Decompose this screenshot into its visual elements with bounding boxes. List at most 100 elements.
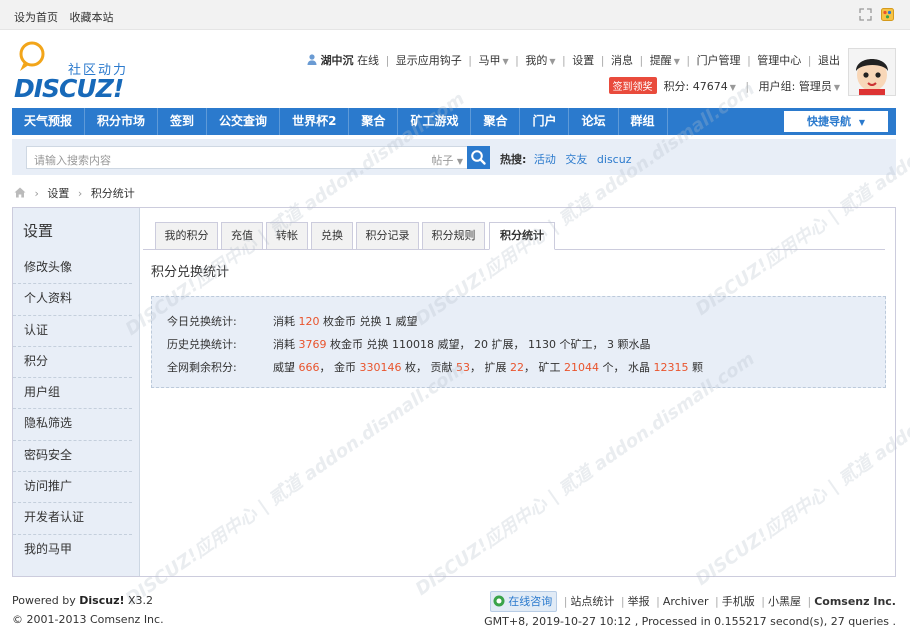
breadcrumb-settings[interactable]: 设置 bbox=[47, 187, 69, 200]
bookmark-link[interactable]: 收藏本站 bbox=[70, 11, 114, 24]
tab-recharge[interactable]: 充值 bbox=[221, 222, 263, 250]
sidebar-item-verify[interactable]: 认证 bbox=[13, 316, 132, 347]
vest-menu[interactable]: 马甲 bbox=[479, 54, 501, 67]
portal-admin-link[interactable]: 门户管理 bbox=[697, 54, 741, 67]
footer-link-report[interactable]: 举报 bbox=[628, 595, 650, 608]
usergroup-menu[interactable]: 用户组: 管理员 bbox=[759, 80, 832, 93]
sidebar-item-developer[interactable]: 开发者认证 bbox=[13, 503, 132, 535]
stat-number: 12315 bbox=[653, 361, 689, 374]
settings-sidebar: 设置 修改头像 个人资料 认证 积分 用户组 隐私筛选 密码安全 访问推广 开发… bbox=[13, 208, 140, 576]
nav-aggregate[interactable]: 聚合 bbox=[349, 108, 399, 135]
sidebar-item-vest[interactable]: 我的马甲 bbox=[13, 535, 132, 566]
credit-tabs: 我的积分 充值 转帐 兑换 积分记录 积分规则 积分统计 bbox=[143, 218, 885, 250]
stat-text: 消耗 bbox=[273, 338, 299, 351]
user-nav: 湖中沉 在线 | 显示应用钩子 | 马甲 ▼ | 我的 ▼ | 设置 | 消息 | … bbox=[307, 52, 840, 68]
logout-link[interactable]: 退出 bbox=[818, 54, 840, 67]
sidebar-item-promotion[interactable]: 访问推广 bbox=[13, 472, 132, 504]
avatar[interactable] bbox=[848, 48, 896, 96]
site-logo[interactable]: 社区动力 DISCUZ! bbox=[12, 40, 142, 103]
avatar-face-icon bbox=[849, 49, 895, 95]
stat-text: 枚金币 兑换 110018 威望， 20 扩展， 1130 个矿工， 3 颗水晶 bbox=[326, 338, 651, 351]
stat-number: 3769 bbox=[298, 338, 327, 351]
set-homepage-link[interactable]: 设为首页 bbox=[14, 11, 58, 24]
search-bar: 请输入搜索内容 帖子 ▼ 热搜: 活动 交友 discuz bbox=[12, 139, 896, 175]
sidebar-item-privacy[interactable]: 隐私筛选 bbox=[13, 409, 132, 441]
tab-credit-stats[interactable]: 积分统计 bbox=[489, 222, 555, 250]
chat-icon bbox=[493, 595, 505, 607]
fullscreen-icon[interactable] bbox=[858, 7, 872, 21]
nav-aggregate-2[interactable]: 聚合 bbox=[471, 108, 521, 135]
footer-left: Powered by Discuz! X3.2 © 2001-2013 Coms… bbox=[12, 591, 164, 629]
nav-credit-market[interactable]: 积分市场 bbox=[85, 108, 159, 135]
section-title: 积分兑换统计 bbox=[151, 265, 230, 280]
sidebar-item-usergroup[interactable]: 用户组 bbox=[13, 378, 132, 410]
consult-label: 在线咨询 bbox=[508, 595, 553, 608]
nav-miner-game[interactable]: 矿工游戏 bbox=[398, 108, 472, 135]
search-input[interactable]: 请输入搜索内容 帖子 ▼ bbox=[26, 146, 474, 169]
settings-link[interactable]: 设置 bbox=[572, 54, 594, 67]
stat-total: 全网剩余积分: 威望 666， 金币 330146 枚， 贡献 53， 扩展 22… bbox=[167, 359, 703, 375]
breadcrumb-current: 积分统计 bbox=[90, 187, 135, 200]
nav-groups[interactable]: 群组 bbox=[619, 108, 668, 135]
hot-word[interactable]: discuz bbox=[597, 153, 632, 166]
sidebar-item-credits[interactable]: 积分 bbox=[13, 347, 132, 379]
credits-menu[interactable]: 积分: 47674 bbox=[664, 80, 728, 93]
top-bar: 设为首页 收藏本站 bbox=[0, 0, 910, 30]
sidebar-item-profile[interactable]: 个人资料 bbox=[13, 284, 132, 316]
search-icon bbox=[471, 150, 486, 165]
powered-prefix: Powered by bbox=[12, 594, 80, 607]
main-nav: 天气预报 积分市场 签到 公交查询 世界杯2 聚合 矿工游戏 聚合 门户 论坛 … bbox=[12, 108, 896, 135]
chevron-down-icon: ▼ bbox=[729, 83, 736, 92]
tab-exchange[interactable]: 兑换 bbox=[311, 222, 353, 250]
nav-portal[interactable]: 门户 bbox=[520, 108, 570, 135]
search-type-select[interactable]: 帖子 ▼ bbox=[431, 152, 463, 168]
reminders-menu[interactable]: 提醒 bbox=[650, 54, 672, 67]
user-icon bbox=[307, 54, 317, 65]
copyright: © 2001-2013 Comsenz Inc. bbox=[12, 613, 164, 626]
chevron-down-icon: ▼ bbox=[833, 83, 840, 92]
chevron-down-icon: ▼ bbox=[549, 57, 556, 66]
sidebar-item-avatar[interactable]: 修改头像 bbox=[13, 253, 132, 285]
my-menu[interactable]: 我的 bbox=[525, 54, 547, 67]
stat-number: 21044 bbox=[564, 361, 599, 374]
powered-by: Powered by Discuz! X3.2 bbox=[12, 591, 164, 610]
stat-text: 威望 bbox=[273, 361, 299, 374]
search-button[interactable] bbox=[467, 146, 490, 169]
powered-brand[interactable]: Discuz! bbox=[79, 594, 124, 607]
hot-search: 热搜: 活动 交友 discuz bbox=[500, 151, 637, 167]
footer-link-stats[interactable]: 站点统计 bbox=[570, 595, 614, 608]
messages-link[interactable]: 消息 bbox=[611, 54, 633, 67]
nav-worldcup[interactable]: 世界杯2 bbox=[280, 108, 350, 135]
stat-number: 22 bbox=[510, 361, 524, 374]
search-type-label: 帖子 bbox=[431, 154, 454, 167]
user-info-line: 签到领奖 积分: 47674 ▼ | 用户组: 管理员 ▼ bbox=[608, 77, 840, 94]
admin-center-link[interactable]: 管理中心 bbox=[757, 54, 801, 67]
tab-credit-log[interactable]: 积分记录 bbox=[356, 222, 419, 250]
tab-my-credits[interactable]: 我的积分 bbox=[155, 222, 218, 250]
footer-link-archiver[interactable]: Archiver bbox=[663, 595, 709, 608]
breadcrumb: › 设置 › 积分统计 bbox=[14, 185, 135, 201]
sidebar-item-password[interactable]: 密码安全 bbox=[13, 441, 132, 473]
quick-nav-button[interactable]: 快捷导航 ▼ bbox=[784, 111, 888, 132]
chevron-down-icon: ▼ bbox=[456, 157, 463, 166]
chevron-down-icon: ▼ bbox=[673, 57, 680, 66]
stat-today: 今日兑换统计: 消耗 120 枚金币 兑换 1 威望 bbox=[167, 313, 417, 329]
hot-word[interactable]: 活动 bbox=[534, 153, 556, 166]
nav-checkin[interactable]: 签到 bbox=[158, 108, 208, 135]
checkin-button[interactable]: 签到领奖 bbox=[608, 77, 657, 94]
hot-word[interactable]: 交友 bbox=[565, 153, 587, 166]
username-link[interactable]: 湖中沉 bbox=[321, 54, 354, 67]
footer-brand[interactable]: Comsenz Inc. bbox=[814, 595, 896, 608]
footer-link-darkroom[interactable]: 小黑屋 bbox=[768, 595, 801, 608]
nav-weather[interactable]: 天气预报 bbox=[12, 108, 86, 135]
show-hooks-link[interactable]: 显示应用钩子 bbox=[396, 54, 462, 67]
nav-bus-query[interactable]: 公交查询 bbox=[207, 108, 281, 135]
home-icon[interactable] bbox=[14, 187, 26, 198]
tab-transfer[interactable]: 转帐 bbox=[266, 222, 308, 250]
style-palette-icon[interactable] bbox=[881, 7, 894, 21]
nav-forum[interactable]: 论坛 bbox=[569, 108, 619, 135]
online-consult-button[interactable]: 在线咨询 bbox=[489, 591, 558, 612]
footer-link-mobile[interactable]: 手机版 bbox=[722, 595, 755, 608]
tab-credit-rules[interactable]: 积分规则 bbox=[422, 222, 485, 250]
footer-right: 在线咨询 | 站点统计 | 举报 | Archiver | 手机版 | 小黑屋 | Coms… bbox=[484, 591, 896, 631]
